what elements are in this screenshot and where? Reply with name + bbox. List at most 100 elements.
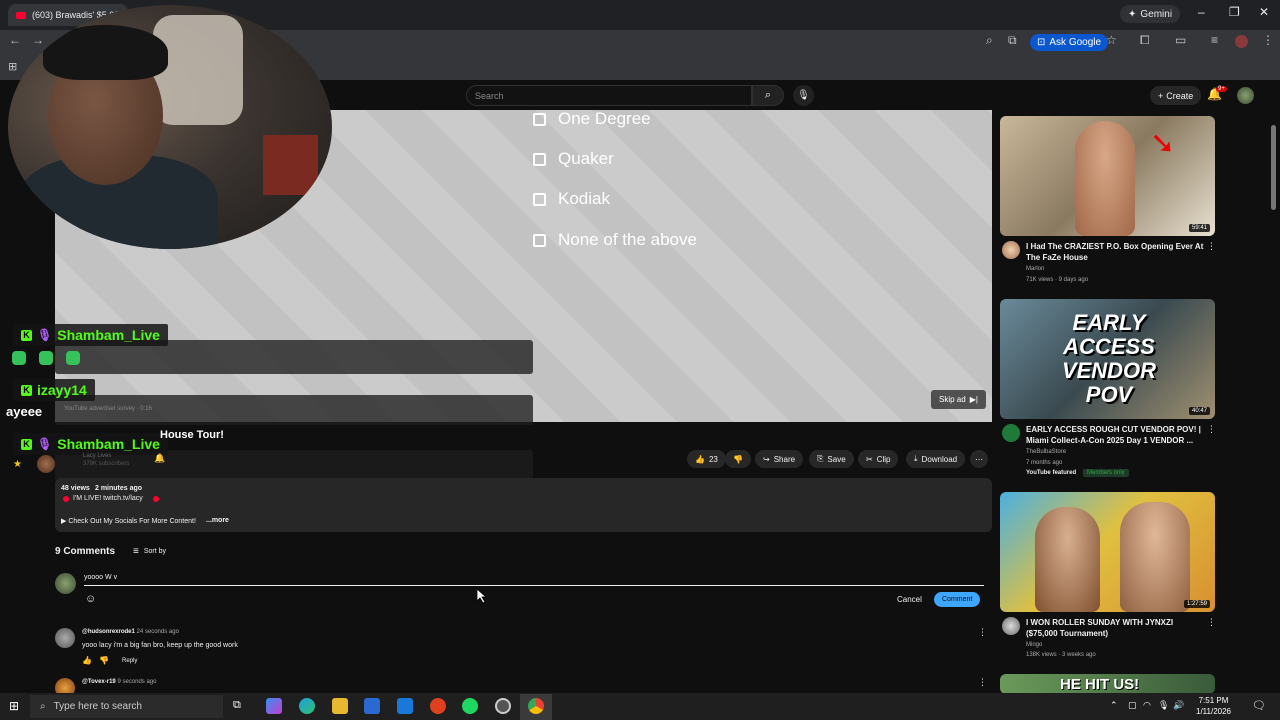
checkbox-icon bbox=[533, 112, 546, 126]
search-icon: ⌕ bbox=[40, 701, 46, 712]
notification-center-icon[interactable]: 🗨 bbox=[1252, 699, 1266, 712]
like-button[interactable]: 👍 23 bbox=[687, 450, 726, 468]
clip-button[interactable]: ✂ Clip bbox=[858, 450, 899, 468]
video-menu-icon[interactable]: ⋮ bbox=[1207, 424, 1216, 435]
comment-author[interactable]: @Tovex-r19 9 seconds ago bbox=[82, 679, 156, 685]
video-thumbnail[interactable]: EARLY ACCESS VENDOR POV 40:47 bbox=[1000, 299, 1215, 419]
comment-menu-icon[interactable]: ⋮ bbox=[978, 677, 987, 688]
video-duration: 40:47 bbox=[1188, 407, 1210, 415]
sort-label: Sort by bbox=[143, 548, 167, 555]
comment-input[interactable]: yoooo W v bbox=[84, 574, 984, 586]
emoji-icon[interactable]: ☺ bbox=[85, 593, 96, 605]
thumbs-down-icon[interactable]: 👎 bbox=[99, 656, 109, 665]
subscribe-bell-icon[interactable]: 🔔 bbox=[154, 453, 165, 464]
wifi-icon[interactable]: ◠ bbox=[1143, 700, 1151, 711]
channel-avatar[interactable] bbox=[1002, 424, 1020, 442]
voice-search-button[interactable]: 🎙 bbox=[793, 85, 814, 106]
video-thumbnail[interactable]: HE HIT US! bbox=[1000, 674, 1215, 694]
account-avatar[interactable] bbox=[1237, 87, 1254, 104]
comment-submit-button[interactable]: Comment bbox=[934, 592, 981, 607]
live-link-text[interactable]: I'M LIVE! twitch.tv/lacy bbox=[73, 495, 143, 502]
share-icon: ↪ bbox=[763, 454, 770, 464]
reading-list-icon[interactable]: ≡ bbox=[1211, 33, 1218, 47]
sidebar-channel[interactable]: Mingo bbox=[1026, 642, 1042, 648]
obs-icon[interactable] bbox=[495, 698, 511, 714]
reply-button[interactable]: Reply bbox=[122, 658, 137, 664]
forward-icon[interactable]: → bbox=[32, 33, 44, 47]
skip-ad-button[interactable]: Skip ad ▶| bbox=[931, 390, 986, 409]
store-icon[interactable] bbox=[364, 698, 380, 714]
sidebar-channel[interactable]: TheBulbaStore bbox=[1026, 449, 1066, 455]
sidebar-meta: 7 months ago bbox=[1026, 460, 1063, 466]
task-view-icon[interactable]: ⧉ bbox=[233, 699, 241, 712]
thumbs-up-icon[interactable]: 👍 bbox=[82, 656, 92, 665]
mail-icon[interactable] bbox=[397, 698, 413, 714]
sidebar-video-title[interactable]: I Had The CRAZIEST P.O. Box Opening Ever… bbox=[1026, 241, 1204, 263]
menu-icon[interactable]: ⋮ bbox=[1262, 33, 1274, 47]
survey-option[interactable]: None of the above bbox=[533, 230, 697, 250]
app-icon[interactable] bbox=[430, 698, 446, 714]
taskbar-search[interactable]: ⌕ Type here to search bbox=[30, 695, 223, 718]
gemini-button[interactable]: ✦ Gemini bbox=[1120, 5, 1181, 23]
chrome-icon[interactable] bbox=[528, 698, 544, 714]
minimize-icon[interactable]: – bbox=[1198, 5, 1205, 19]
split-view-icon[interactable]: ▭ bbox=[1175, 33, 1186, 47]
channel-avatar[interactable] bbox=[37, 455, 55, 473]
commenter-avatar[interactable] bbox=[55, 628, 75, 648]
sidebar-channel[interactable]: Marlon bbox=[1026, 266, 1044, 272]
extensions-icon[interactable]: ⧠ bbox=[1140, 33, 1150, 48]
video-menu-icon[interactable]: ⋮ bbox=[1207, 617, 1216, 628]
survey-option[interactable]: Quaker bbox=[533, 149, 614, 169]
create-button[interactable]: + Create bbox=[1150, 86, 1202, 105]
video-thumbnail[interactable]: 1:27:59 bbox=[1000, 492, 1215, 612]
download-button[interactable]: ⤓ Download bbox=[906, 450, 966, 468]
thumbnail-text: HE HIT US! bbox=[1060, 676, 1140, 693]
close-icon[interactable]: ✕ bbox=[1259, 5, 1269, 19]
more-actions-button[interactable]: ⋯ bbox=[970, 450, 988, 468]
page-scrollbar[interactable] bbox=[1271, 125, 1276, 210]
thumbs-down-icon: 👎 bbox=[733, 454, 743, 464]
search-button[interactable]: ⌕ bbox=[752, 85, 784, 106]
members-only-badge: Members only bbox=[1083, 469, 1129, 477]
taskbar-clock[interactable]: 7:51 PM 1/11/2026 bbox=[1196, 695, 1231, 717]
mic-tray-icon[interactable]: 🎙 bbox=[1158, 700, 1169, 711]
sidebar-video-title[interactable]: EARLY ACCESS ROUGH CUT VENDOR POV! | Mia… bbox=[1026, 424, 1204, 446]
tray-overflow-icon[interactable]: ⌃ bbox=[1110, 700, 1118, 711]
zoom-icon[interactable]: ⌕ bbox=[986, 33, 993, 48]
channel-name[interactable]: Lacy Lives bbox=[83, 453, 111, 459]
survey-option[interactable]: One Degree bbox=[533, 109, 651, 129]
ask-google-button[interactable]: ⊡ Ask Google bbox=[1030, 34, 1109, 51]
channel-avatar[interactable] bbox=[1002, 241, 1020, 259]
edge-icon[interactable] bbox=[299, 698, 315, 714]
channel-avatar[interactable] bbox=[1002, 617, 1020, 635]
kick-icon: K bbox=[21, 438, 32, 450]
sort-by-button[interactable]: ≡ Sort by bbox=[133, 546, 166, 557]
profile-avatar[interactable] bbox=[1235, 35, 1248, 48]
tray-app-icon[interactable]: ▢ bbox=[1128, 700, 1137, 711]
file-explorer-icon[interactable] bbox=[332, 698, 348, 714]
survey-option[interactable]: Kodiak bbox=[533, 189, 610, 209]
save-button[interactable]: ⎘ Save bbox=[809, 450, 854, 468]
windows-start-icon[interactable]: ⊞ bbox=[9, 699, 19, 713]
sidebar-video-title[interactable]: I WON ROLLER SUNDAY WITH JYNXZI ($75,000… bbox=[1026, 617, 1204, 639]
video-menu-icon[interactable]: ⋮ bbox=[1207, 241, 1216, 252]
video-thumbnail[interactable]: ➘ 59:41 bbox=[1000, 116, 1215, 236]
more-link[interactable]: ...more bbox=[206, 517, 229, 524]
dislike-button[interactable]: 👎 bbox=[725, 450, 751, 468]
spotify-icon[interactable] bbox=[462, 698, 478, 714]
bookmark-star-icon[interactable]: ☆ bbox=[1106, 33, 1117, 47]
search-input[interactable]: Search bbox=[466, 85, 752, 106]
cancel-button[interactable]: Cancel bbox=[897, 595, 922, 604]
share-button[interactable]: ↪ Share bbox=[755, 450, 804, 468]
copilot-icon[interactable] bbox=[266, 698, 282, 714]
comment-menu-icon[interactable]: ⋮ bbox=[978, 627, 987, 638]
apps-grid-icon[interactable]: ⊞ bbox=[8, 60, 17, 73]
comment-author[interactable]: @hudsonrexrode1 24 seconds ago bbox=[82, 629, 179, 635]
cast-icon[interactable]: ⧉ bbox=[1008, 33, 1017, 48]
restore-icon[interactable]: ❐ bbox=[1229, 5, 1240, 19]
emote-icon bbox=[12, 351, 26, 365]
volume-icon[interactable]: 🔊 bbox=[1173, 700, 1184, 711]
kick-icon: K bbox=[21, 329, 32, 341]
lens-icon: ⊡ bbox=[1037, 37, 1046, 48]
back-icon[interactable]: ← bbox=[9, 33, 21, 47]
